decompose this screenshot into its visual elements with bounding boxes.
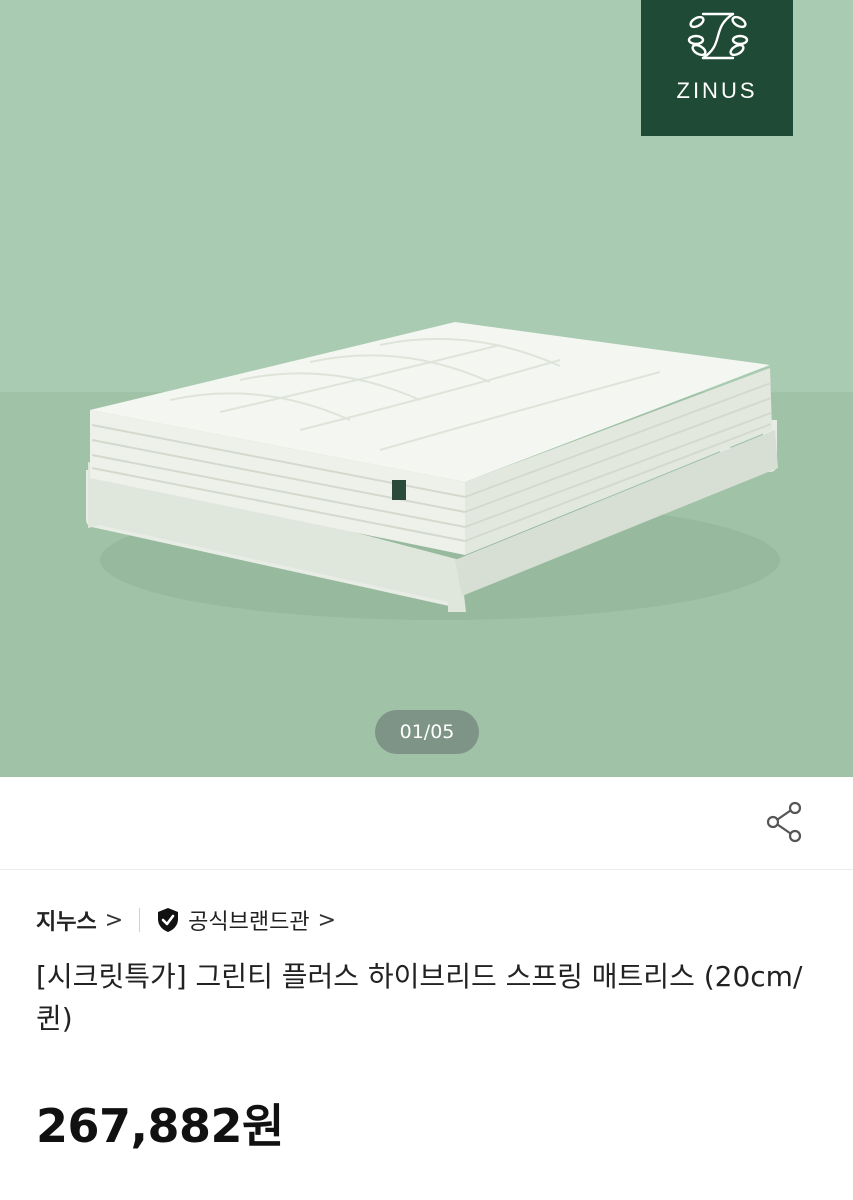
- action-bar: [0, 777, 853, 870]
- chevron-right-icon: >: [104, 907, 124, 933]
- share-icon: [766, 801, 802, 843]
- shield-check-icon: [158, 908, 179, 932]
- product-price: 267,882원: [36, 1099, 284, 1153]
- chevron-right-icon: >: [317, 907, 337, 933]
- divider: [139, 908, 141, 932]
- zinus-logo-text: ZINUS: [676, 78, 758, 103]
- image-counter: 01/05: [375, 710, 479, 754]
- brand-meta-row: 지누스 > 공식브랜드관 >: [36, 900, 336, 940]
- brand-name: 지누스: [36, 910, 97, 935]
- share-button[interactable]: [762, 799, 808, 845]
- leaf-emblem-icon: [687, 12, 749, 60]
- product-image-gallery[interactable]: ZINUS 01/05: [0, 0, 853, 777]
- brand-store-link[interactable]: 지누스 >: [36, 904, 123, 936]
- zinus-logo: ZINUS: [641, 0, 793, 136]
- official-brand-store-link[interactable]: 공식브랜드관 >: [156, 904, 336, 936]
- product-title: [시크릿특가] 그린티 플러스 하이브리드 스프링 매트리스 (20cm/퀸): [36, 960, 803, 1035]
- official-label: 공식브랜드관: [188, 910, 310, 935]
